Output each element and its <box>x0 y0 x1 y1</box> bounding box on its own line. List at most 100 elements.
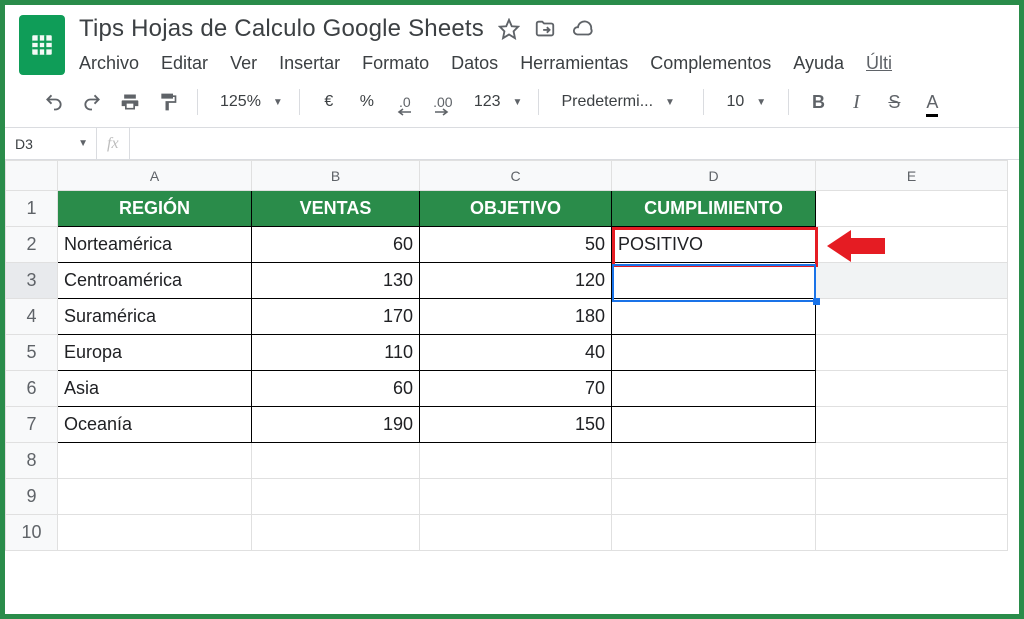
menu-editar[interactable]: Editar <box>161 53 208 74</box>
cell-D5[interactable] <box>612 335 816 371</box>
cell-A5[interactable]: Europa <box>58 335 252 371</box>
cell-B2[interactable]: 60 <box>252 227 420 263</box>
cell-D2[interactable]: POSITIVO <box>612 227 816 263</box>
italic-button[interactable]: I <box>839 87 873 117</box>
increase-decimals-button[interactable]: .00 <box>426 87 460 117</box>
cloud-status-icon[interactable] <box>570 18 594 40</box>
cell-B3[interactable]: 130 <box>252 263 420 299</box>
cell-B10[interactable] <box>252 515 420 551</box>
cell-C3[interactable]: 120 <box>420 263 612 299</box>
cell-C4[interactable]: 180 <box>420 299 612 335</box>
redo-button[interactable] <box>75 87 109 117</box>
cell-D7[interactable] <box>612 407 816 443</box>
cell-E4[interactable] <box>816 299 1008 335</box>
menu-ultima[interactable]: Últi <box>866 53 892 74</box>
cell-E9[interactable] <box>816 479 1008 515</box>
cell-C6[interactable]: 70 <box>420 371 612 407</box>
formula-bar[interactable] <box>130 128 1019 159</box>
cell-D1[interactable]: CUMPLIMIENTO <box>612 191 816 227</box>
col-header-A[interactable]: A <box>58 161 252 191</box>
cell-D9[interactable] <box>612 479 816 515</box>
cell-D6[interactable] <box>612 371 816 407</box>
font-size-dropdown[interactable]: 10▼ <box>716 93 776 111</box>
col-header-C[interactable]: C <box>420 161 612 191</box>
cell-A8[interactable] <box>58 443 252 479</box>
cell-E5[interactable] <box>816 335 1008 371</box>
select-all-cell[interactable] <box>6 161 58 191</box>
menu-archivo[interactable]: Archivo <box>79 53 139 74</box>
format-currency-button[interactable]: € <box>312 87 346 117</box>
menu-formato[interactable]: Formato <box>362 53 429 74</box>
row-header-7[interactable]: 7 <box>6 407 58 443</box>
cell-A2[interactable]: Norteamérica <box>58 227 252 263</box>
cell-A1[interactable]: REGIÓN <box>58 191 252 227</box>
star-icon[interactable] <box>498 18 520 40</box>
col-header-E[interactable]: E <box>816 161 1008 191</box>
cell-C8[interactable] <box>420 443 612 479</box>
doc-title[interactable]: Tips Hojas de Calculo Google Sheets <box>79 15 484 43</box>
menu-datos[interactable]: Datos <box>451 53 498 74</box>
row-header-8[interactable]: 8 <box>6 443 58 479</box>
font-family-dropdown[interactable]: Predetermi...▼ <box>551 93 691 111</box>
cell-D3[interactable] <box>612 263 816 299</box>
cell-E3[interactable] <box>816 263 1008 299</box>
col-header-D[interactable]: D <box>612 161 816 191</box>
cell-C5[interactable]: 40 <box>420 335 612 371</box>
cell-B5[interactable]: 110 <box>252 335 420 371</box>
cell-A9[interactable] <box>58 479 252 515</box>
cell-D8[interactable] <box>612 443 816 479</box>
row-header-1[interactable]: 1 <box>6 191 58 227</box>
undo-button[interactable] <box>37 87 71 117</box>
cell-A6[interactable]: Asia <box>58 371 252 407</box>
menu-insertar[interactable]: Insertar <box>279 53 340 74</box>
cell-A10[interactable] <box>58 515 252 551</box>
move-folder-icon[interactable] <box>534 18 556 40</box>
cell-D4[interactable] <box>612 299 816 335</box>
decrease-decimals-button[interactable]: .0 <box>388 87 422 117</box>
print-button[interactable] <box>113 87 147 117</box>
row-header-2[interactable]: 2 <box>6 227 58 263</box>
cell-E8[interactable] <box>816 443 1008 479</box>
cell-E10[interactable] <box>816 515 1008 551</box>
cell-E7[interactable] <box>816 407 1008 443</box>
cell-B9[interactable] <box>252 479 420 515</box>
spreadsheet-grid[interactable]: A B C D E 1 REGIÓN VENTAS OBJETIVO CUMPL… <box>5 160 1008 551</box>
col-header-B[interactable]: B <box>252 161 420 191</box>
text-color-button[interactable]: A <box>915 87 949 117</box>
paint-format-button[interactable] <box>151 87 185 117</box>
row-header-6[interactable]: 6 <box>6 371 58 407</box>
row-header-9[interactable]: 9 <box>6 479 58 515</box>
format-percent-button[interactable]: % <box>350 87 384 117</box>
cell-A7[interactable]: Oceanía <box>58 407 252 443</box>
sheets-logo[interactable] <box>19 15 65 75</box>
cell-B8[interactable] <box>252 443 420 479</box>
row-header-4[interactable]: 4 <box>6 299 58 335</box>
cell-A4[interactable]: Suramérica <box>58 299 252 335</box>
cell-C2[interactable]: 50 <box>420 227 612 263</box>
row-header-5[interactable]: 5 <box>6 335 58 371</box>
zoom-dropdown[interactable]: 125%▼ <box>210 93 287 111</box>
cell-C10[interactable] <box>420 515 612 551</box>
name-box[interactable]: D3 ▼ <box>5 128 97 159</box>
cell-E1[interactable] <box>816 191 1008 227</box>
row-header-10[interactable]: 10 <box>6 515 58 551</box>
bold-button[interactable]: B <box>801 87 835 117</box>
menu-ayuda[interactable]: Ayuda <box>793 53 844 74</box>
selection-handle[interactable] <box>813 298 820 305</box>
strikethrough-button[interactable]: S <box>877 87 911 117</box>
cell-E6[interactable] <box>816 371 1008 407</box>
more-formats-dropdown[interactable]: 123▼ <box>464 93 527 111</box>
menu-ver[interactable]: Ver <box>230 53 257 74</box>
cell-B4[interactable]: 170 <box>252 299 420 335</box>
cell-C1[interactable]: OBJETIVO <box>420 191 612 227</box>
cell-B7[interactable]: 190 <box>252 407 420 443</box>
row-header-3[interactable]: 3 <box>6 263 58 299</box>
cell-C7[interactable]: 150 <box>420 407 612 443</box>
cell-B1[interactable]: VENTAS <box>252 191 420 227</box>
cell-A3[interactable]: Centroamérica <box>58 263 252 299</box>
cell-D10[interactable] <box>612 515 816 551</box>
menu-complementos[interactable]: Complementos <box>650 53 771 74</box>
cell-B6[interactable]: 60 <box>252 371 420 407</box>
cell-C9[interactable] <box>420 479 612 515</box>
menu-herramientas[interactable]: Herramientas <box>520 53 628 74</box>
